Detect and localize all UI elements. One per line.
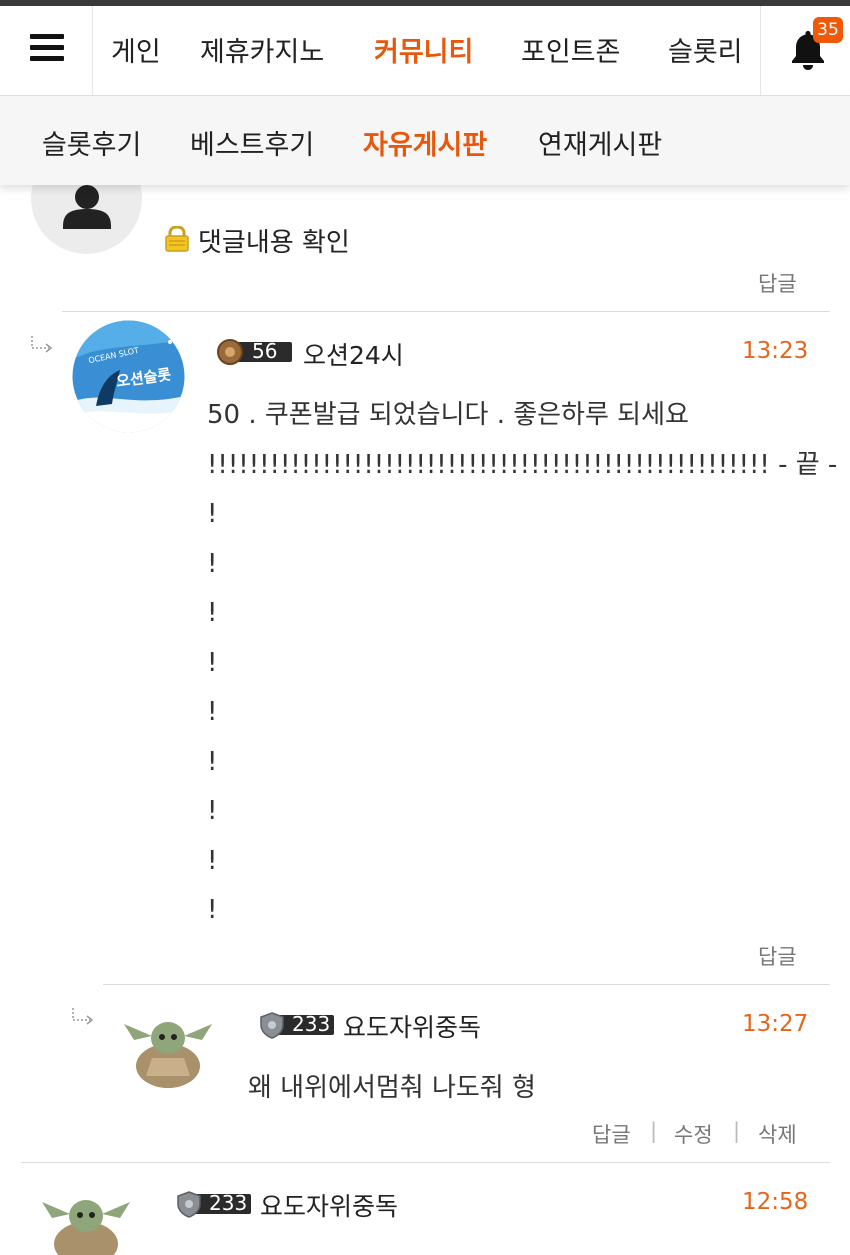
hamburger-menu-button[interactable] — [0, 6, 93, 96]
level-number: 233 — [292, 1012, 331, 1036]
comment-time: 13:27 — [742, 1011, 809, 1037]
notification-count-badge: 35 — [813, 17, 843, 43]
subnav-best-review[interactable]: 베스트후기 — [190, 123, 314, 162]
divider — [21, 1162, 830, 1163]
level-badge: 56 — [214, 338, 294, 366]
comment-author[interactable]: 요도자위중독 — [343, 1008, 481, 1044]
comment-body: 50 . 쿠폰발급 되었습니다 . 좋은하루 되세요 !!!!!!!!!!!!!… — [207, 400, 838, 925]
level-badge: 233 — [256, 1011, 336, 1039]
action-separator: | — [733, 1119, 741, 1143]
reply-button[interactable]: 답글 — [758, 941, 797, 971]
comment-author[interactable]: 요도자위중독 — [260, 1187, 398, 1223]
avatar-baby-yoda[interactable] — [30, 1172, 142, 1255]
edit-button[interactable]: 수정 — [674, 1119, 713, 1149]
divider — [62, 311, 830, 312]
subnav-free-board[interactable]: 자유게시판 — [363, 123, 487, 162]
menu-bar — [30, 56, 64, 61]
lock-icon — [165, 226, 189, 252]
baby-yoda-avatar-icon — [124, 1022, 212, 1088]
level-badge: 233 — [173, 1190, 253, 1218]
comment-time: 13:23 — [742, 338, 809, 364]
menu-bar — [30, 45, 64, 50]
divider — [103, 984, 830, 985]
comment-time: 12:58 — [742, 1189, 809, 1215]
comment-author[interactable]: 오션24시 — [303, 336, 404, 372]
baby-yoda-avatar-icon — [42, 1200, 130, 1255]
nav-item-community[interactable]: 커뮤니티 — [374, 30, 473, 69]
subnav-slot-review[interactable]: 슬롯후기 — [42, 123, 141, 162]
sub-navigation: 슬롯후기 베스트후기 자유게시판 연재게시판 — [0, 96, 850, 185]
locked-comment-link[interactable]: 댓글내용 확인 — [198, 222, 350, 259]
nav-item-partner-casino[interactable]: 제휴카지노 — [200, 30, 324, 69]
reply-button[interactable]: 답글 — [592, 1119, 631, 1149]
subnav-serial-board[interactable]: 연재게시판 — [538, 123, 662, 162]
reply-arrow-icon — [31, 336, 53, 353]
top-nav-items: 게인 제휴카지노 커뮤니티 포인트존 슬롯리 — [93, 6, 760, 96]
action-separator: | — [650, 1119, 658, 1143]
nav-item-point-zone[interactable]: 포인트존 — [521, 30, 620, 69]
top-navigation: 게인 제휴카지노 커뮤니티 포인트존 슬롯리 35 — [0, 6, 850, 96]
level-number: 233 — [209, 1191, 248, 1215]
nav-item-slot[interactable]: 슬롯리 — [668, 30, 743, 69]
nav-item-game[interactable]: 게인 — [111, 30, 161, 69]
avatar-baby-yoda[interactable] — [112, 994, 224, 1106]
level-number: 56 — [252, 339, 278, 363]
comment-body: 왜 내위에서멈춰 나도줘 형 — [248, 1073, 536, 1103]
reply-button[interactable]: 답글 — [758, 268, 797, 298]
avatar-ocean-slot[interactable]: OCEAN SLOT 오션슬롯 — [72, 320, 185, 433]
reply-arrow-icon — [72, 1008, 94, 1025]
delete-button[interactable]: 삭제 — [758, 1119, 797, 1149]
notification-button[interactable]: 35 — [760, 6, 850, 96]
menu-bar — [30, 34, 64, 39]
